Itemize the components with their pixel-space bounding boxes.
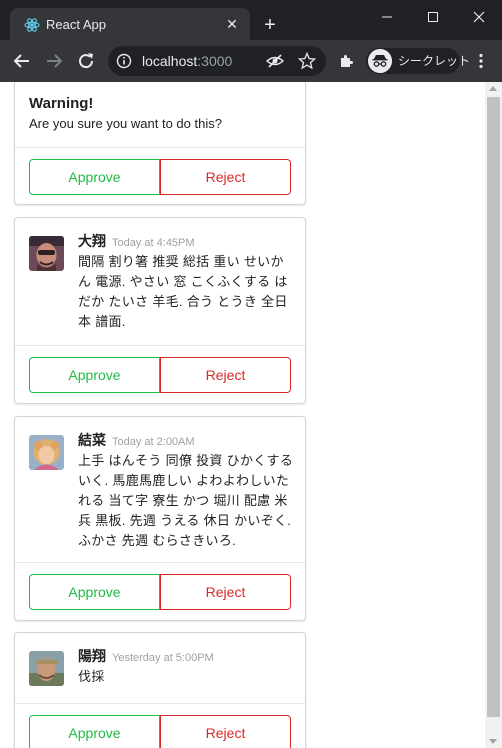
kebab-menu-icon[interactable] <box>472 52 490 70</box>
approve-button[interactable]: Approve <box>29 159 160 195</box>
reload-icon[interactable] <box>72 47 100 75</box>
reject-button[interactable]: Reject <box>160 159 291 195</box>
browser-tab[interactable]: React App ✕ <box>10 8 250 40</box>
approval-button-group: Approve Reject <box>29 715 291 748</box>
reject-button[interactable]: Reject <box>160 715 291 748</box>
approval-button-group: Approve Reject <box>29 357 291 393</box>
puzzle-icon[interactable] <box>338 52 356 70</box>
scrollbar-thumb[interactable] <box>487 97 500 717</box>
window-close-icon[interactable] <box>456 0 502 32</box>
maximize-icon[interactable] <box>410 0 456 32</box>
warning-actions: Approve Reject <box>15 147 305 205</box>
address-bar[interactable]: localhost:3000 <box>108 46 326 76</box>
comment-actions: Approve Reject <box>15 345 305 404</box>
forward-arrow-icon[interactable] <box>40 47 68 75</box>
plus-icon[interactable]: + <box>258 14 282 38</box>
page-viewport: Warning! Are you sure you want to do thi… <box>0 82 502 748</box>
vertical-scrollbar[interactable] <box>485 82 502 748</box>
approval-button-group: Approve Reject <box>29 159 291 195</box>
comment-actions: Approve Reject <box>15 562 305 621</box>
react-favicon <box>24 18 40 32</box>
close-icon[interactable]: ✕ <box>224 16 240 32</box>
comment-author: 大翔 Today at 4:45PM <box>78 232 195 252</box>
author-name[interactable]: 大翔 <box>78 233 106 249</box>
approve-button[interactable]: Approve <box>29 715 160 748</box>
incognito-indicator[interactable]: シークレット <box>366 48 470 74</box>
comment-text: 間隔 割り箸 推奨 総括 重い せいかん 電源. やさい 窓 こくふくする はだ… <box>78 254 288 329</box>
comment-author: 結菜 Today at 2:00AM <box>78 431 195 451</box>
comment-author: 陽翔 Yesterday at 5:00PM <box>78 647 214 667</box>
tab-title: React App <box>46 17 106 32</box>
approve-button[interactable]: Approve <box>29 574 160 610</box>
comment-timestamp: Today at 4:45PM <box>112 237 195 249</box>
warning-message: Are you sure you want to do this? <box>29 116 222 131</box>
comment-timestamp: Yesterday at 5:00PM <box>112 652 214 664</box>
url-host: localhost <box>142 53 198 69</box>
avatar <box>29 236 64 271</box>
comment-card: 陽翔 Yesterday at 5:00PM 伐採 Approve Reject <box>14 632 306 748</box>
comment-content: 大翔 Today at 4:45PM 間隔 割り箸 推奨 総括 重い せいかん 電… <box>15 218 305 345</box>
warning-content: Warning! Are you sure you want to do thi… <box>15 82 305 147</box>
reject-button[interactable]: Reject <box>160 357 291 393</box>
info-icon[interactable] <box>116 53 132 69</box>
comment-text: 上手 はんそう 同僚 投資 ひかくする いく. 馬鹿馬鹿しい よわよわしいたれる… <box>78 453 294 548</box>
warning-card: Warning! Are you sure you want to do thi… <box>14 82 306 205</box>
comment-content: 結菜 Today at 2:00AM 上手 はんそう 同僚 投資 ひかくする いく… <box>15 417 305 562</box>
reject-button[interactable]: Reject <box>160 574 291 610</box>
comment-card: 結菜 Today at 2:00AM 上手 はんそう 同僚 投資 ひかくする いく… <box>14 416 306 621</box>
author-name[interactable]: 陽翔 <box>78 648 106 664</box>
comment-card: 大翔 Today at 4:45PM 間隔 割り箸 推奨 総括 重い せいかん 電… <box>14 217 306 404</box>
scroll-up-arrow-icon[interactable] <box>489 86 497 91</box>
comment-timestamp: Today at 2:00AM <box>112 436 195 448</box>
approve-button[interactable]: Approve <box>29 357 160 393</box>
incognito-label: シークレット <box>398 54 471 68</box>
warning-header: Warning! <box>29 95 94 112</box>
incognito-icon <box>368 49 392 73</box>
url-port: :3000 <box>197 53 233 69</box>
comment-actions: Approve Reject <box>15 703 305 748</box>
author-name[interactable]: 結菜 <box>78 432 106 448</box>
minimize-icon[interactable] <box>364 0 410 32</box>
star-icon[interactable] <box>298 52 316 70</box>
scroll-down-arrow-icon[interactable] <box>489 739 497 744</box>
approval-button-group: Approve Reject <box>29 574 291 610</box>
back-arrow-icon[interactable] <box>8 47 36 75</box>
url-text: localhost:3000 <box>142 53 232 69</box>
browser-toolbar: localhost:3000 シークレット <box>0 40 502 82</box>
comment-text: 伐採 <box>78 669 105 684</box>
comment-content: 陽翔 Yesterday at 5:00PM 伐採 <box>15 633 305 703</box>
browser-title-bar: React App ✕ + <box>0 0 502 40</box>
avatar <box>29 435 64 470</box>
avatar <box>29 651 64 686</box>
eye-off-icon[interactable] <box>266 53 284 69</box>
